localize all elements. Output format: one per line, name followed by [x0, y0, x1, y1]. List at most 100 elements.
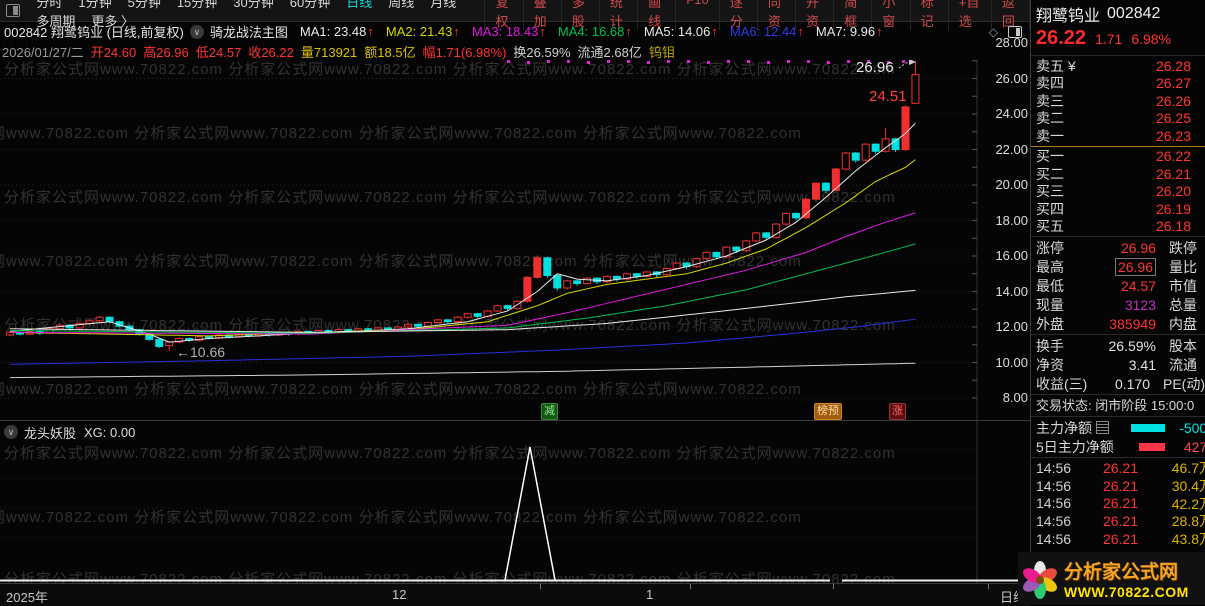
trade-tick-list[interactable]: 14:5626.2146.7万14:5626.2130.4万14:5626.21…: [1031, 459, 1205, 548]
stat-value-text: 0.170: [1114, 375, 1150, 392]
indicator-header: ∨ 龙头妖股 XG: 0.00: [4, 424, 136, 441]
quote-field-3: 低24.57: [195, 44, 242, 60]
quote-field-1: 开24.60: [90, 44, 137, 60]
stats-block-bottom: 换手 26.59% 股本 净资 3.41 流通 收益(三) 0.170 PE(动): [1031, 336, 1205, 393]
sell-queue: 卖五 ¥26.28 卖四 26.27 卖三 26.26 卖二 26.25 卖一 26.23: [1031, 57, 1205, 145]
stat-label-2: 跌停: [1169, 239, 1197, 256]
stat-row-涨停: 涨停 26.96 跌停: [1031, 238, 1205, 257]
up-arrow-icon: ↑: [539, 24, 546, 39]
stat-value-text: 26.96: [1120, 239, 1156, 256]
ma-value-2: MA2: 21.43↑: [385, 24, 460, 39]
app-window: 分析家公式网www.70822.com 分析家公式网www.70822.com …: [0, 0, 1205, 606]
stat-value-text: 3123: [1124, 296, 1156, 313]
stat-value: 3123: [1094, 297, 1156, 313]
buy-label: 买五: [1036, 218, 1064, 235]
up-arrow-icon: ↑: [625, 24, 632, 39]
flower-logo-icon: [1023, 560, 1057, 599]
menu-item-15分钟[interactable]: 15分钟: [169, 0, 225, 10]
chart-badge-减: 减: [541, 403, 558, 420]
sell-price: 26.26: [1155, 92, 1191, 109]
menu-item-30分钟[interactable]: 30分钟: [225, 0, 281, 10]
quote-field-9: 流通2.68亿: [577, 44, 642, 60]
up-arrow-icon: ↑: [711, 24, 718, 39]
stat-label: 净资: [1036, 356, 1064, 373]
stat-row-现量: 现量 3123 总量: [1031, 295, 1205, 314]
buy-row-5[interactable]: 买五 26.18: [1031, 218, 1205, 236]
trade-tick-4: 14:5626.2128.8万: [1031, 512, 1205, 530]
price-axis-label: 22.00: [995, 141, 1028, 157]
time-axis[interactable]: 2025年 12 1 日线: [0, 583, 1030, 606]
sell-row-5[interactable]: 卖一 26.23: [1031, 127, 1205, 145]
menu-item-1分钟[interactable]: 1分钟: [70, 0, 119, 10]
five-day-flow-value: 4275: [1183, 438, 1205, 455]
five-day-flow-bar: [1139, 442, 1165, 451]
stat-value-text: 3.41: [1128, 356, 1156, 373]
chevron-down-icon[interactable]: ∨: [4, 425, 18, 439]
main-chart[interactable]: [0, 60, 1030, 605]
stat-label-2: 市值: [1169, 277, 1197, 294]
tick-price: 26.21: [1102, 531, 1138, 548]
chevron-down-icon[interactable]: ∨: [189, 24, 204, 39]
info-bar: 002842 翔鹭钨业 (日线,前复权) ∨ 骑龙战法主图 MA1: 23.48…: [0, 22, 1030, 41]
diamond-icon[interactable]: ◇: [989, 25, 998, 39]
ma-value-7: MA7: 9.96↑: [815, 24, 883, 39]
menu-item-5分钟[interactable]: 5分钟: [120, 0, 169, 10]
menu-item-周线[interactable]: 周线: [380, 0, 422, 10]
stat-row-最低: 最低 24.57 市值: [1031, 276, 1205, 295]
panel-divider-vertical: [1030, 0, 1031, 605]
buy-row-3[interactable]: 买三 26.20: [1031, 183, 1205, 201]
tick-price: 26.21: [1102, 513, 1138, 530]
up-arrow-icon: ↑: [453, 24, 460, 39]
stat-label: 最高: [1036, 258, 1064, 275]
tick-time: 14:56: [1036, 513, 1072, 530]
list-icon[interactable]: [1096, 421, 1109, 434]
indicator-value: XG: 0.00: [84, 424, 136, 440]
stat-value: 0.170: [1091, 376, 1150, 392]
price-change-pct: 6.98%: [1131, 31, 1172, 47]
tick-volume: 43.8万: [1171, 531, 1205, 548]
panel-toggle-icon[interactable]: [1008, 25, 1022, 38]
tick-time: 14:56: [1036, 495, 1072, 512]
menu-item-月线[interactable]: 月线: [422, 0, 464, 10]
price-axis-label: 16.00: [995, 248, 1028, 263]
buy-row-2[interactable]: 买二 26.21: [1031, 165, 1205, 183]
quote-panel: 翔鹭钨业 002842 26.22 1.71 6.98% 卖五 ¥26.28 卖四…: [1031, 0, 1205, 605]
menu-item-分时[interactable]: 分时: [28, 0, 70, 10]
ma-value-5: MA5: 14.06↑: [643, 24, 718, 39]
menu-item-日线[interactable]: 日线: [338, 0, 380, 10]
quote-panel-header: 翔鹭钨业 002842: [1031, 0, 1205, 27]
time-axis-tick: [833, 584, 834, 589]
sell-row-4[interactable]: 卖二 26.25: [1031, 110, 1205, 128]
quote-field-8: 换26.59%: [513, 44, 571, 60]
price-axis-label: 10.00: [995, 354, 1028, 370]
sell-price: 26.25: [1155, 110, 1191, 127]
trade-status: 交易状态: 闭市阶段 15:00:0: [1036, 398, 1195, 413]
stat-value: 26.96: [1094, 257, 1156, 276]
stats-block-top: 涨停 26.96 跌停 最高 26.96 量比 最低 24.57 市值 现量 3123 总量 外盘 385…: [1031, 238, 1205, 333]
sell-row-3[interactable]: 卖三 26.26: [1031, 92, 1205, 110]
ma-value-6: MA6: 12.44↑: [729, 24, 804, 39]
stat-label-2: 股本: [1169, 337, 1197, 354]
tick-price: 26.21: [1102, 459, 1138, 476]
chart-badge-榜预: 榜预: [814, 403, 842, 420]
sell-row-2[interactable]: 卖四 26.27: [1031, 75, 1205, 93]
split-window-icon[interactable]: [6, 4, 21, 17]
stat-row-最高: 最高 26.96 量比: [1031, 257, 1205, 276]
time-axis-tick: [690, 584, 691, 589]
price-axis-label: 20.00: [995, 177, 1028, 192]
quote-bar: 2026/01/27/二 开24.60 高26.96 低24.57 收26.22 量713…: [2, 42, 1030, 60]
trade-tick-3: 14:5626.2142.2万: [1031, 495, 1205, 513]
sell-row-1[interactable]: 卖五 ¥26.28: [1031, 57, 1205, 75]
buy-row-4[interactable]: 买四 26.19: [1031, 200, 1205, 218]
buy-row-1[interactable]: 买一 26.22: [1031, 148, 1205, 166]
menu-item-60分钟[interactable]: 60分钟: [282, 0, 338, 10]
logo-site-url: WWW.70822.COM: [1064, 584, 1189, 600]
quote-field-7: 幅1.71(6.98%): [422, 44, 507, 60]
logo-site-name: 分析家公式网: [1064, 562, 1179, 583]
quote-field-2: 高26.96: [143, 44, 189, 60]
tick-price: 26.21: [1102, 477, 1138, 494]
stat-row-外盘: 外盘 385949 内盘: [1031, 314, 1205, 333]
up-arrow-icon: ↑: [797, 24, 804, 39]
tick-price: 26.21: [1102, 495, 1138, 512]
stat-row-净资: 净资 3.41 流通: [1031, 355, 1205, 374]
